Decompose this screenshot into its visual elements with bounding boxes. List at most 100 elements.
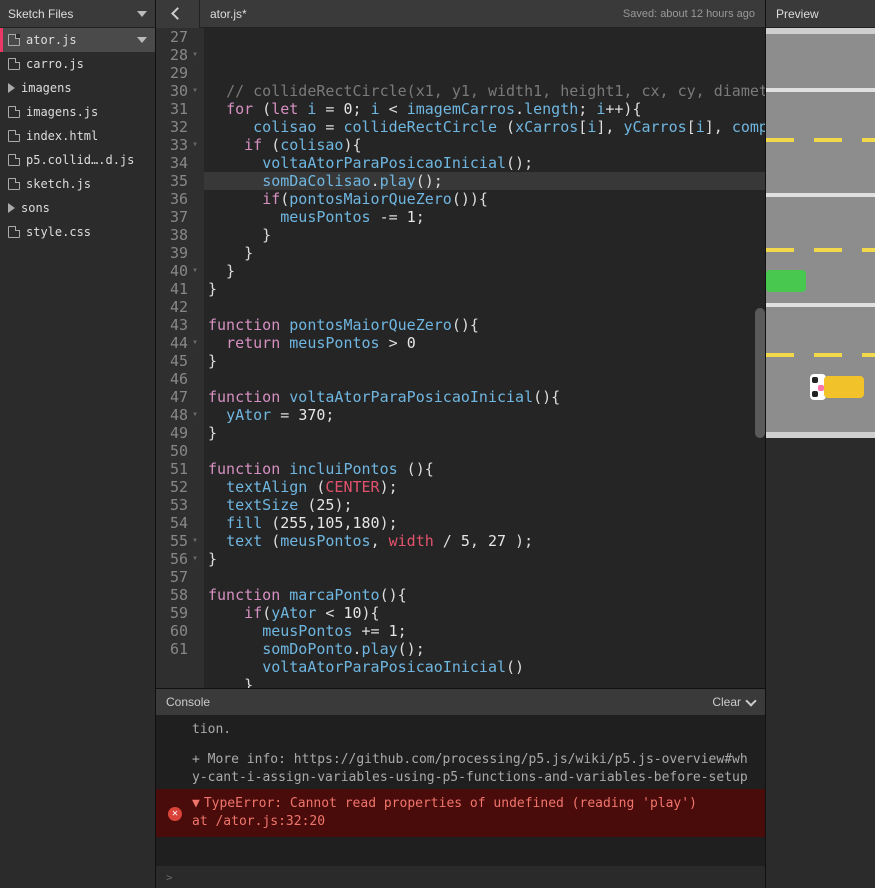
code-line[interactable]: for (let i = 0; i < imagemCarros.length;… (204, 100, 765, 118)
preview-panel: Preview (765, 0, 875, 888)
code-line[interactable]: } (204, 550, 765, 568)
code-line[interactable]: } (204, 280, 765, 298)
code-line[interactable]: } (204, 352, 765, 370)
scrollbar-thumb[interactable] (755, 308, 765, 438)
code-line[interactable]: meusPontos += 1; (204, 622, 765, 640)
code-line[interactable] (204, 568, 765, 586)
gutter-line: 54 (156, 514, 198, 532)
code-line[interactable]: } (204, 676, 765, 688)
gutter-line: 36 (156, 190, 198, 208)
code-line[interactable]: meusPontos -= 1; (204, 208, 765, 226)
gutter-line: 30▾ (156, 82, 198, 100)
sidebar-item-index-html[interactable]: index.html (0, 124, 155, 148)
gutter-line: 28▾ (156, 46, 198, 64)
code-line[interactable]: colisao = collideRectCircle (xCarros[i],… (204, 118, 765, 136)
code-line[interactable]: // collideRectCircle(x1, y1, width1, hei… (204, 82, 765, 100)
code-line[interactable]: text (meusPontos, width / 5, 27 ); (204, 532, 765, 550)
road-edge (766, 432, 875, 438)
file-list: ator.jscarro.js imagens imagens.js index.ht… (0, 28, 155, 244)
car-green (766, 270, 806, 292)
code-line[interactable]: fill (255,105,180); (204, 514, 765, 532)
sidebar-item-style-css[interactable]: style.css (0, 220, 155, 244)
sidebar-item-sketch-js[interactable]: sketch.js (0, 172, 155, 196)
code-line[interactable]: } (204, 424, 765, 442)
code-line[interactable]: voltaAtorParaPosicaoInicial() (204, 658, 765, 676)
console-prompt-symbol: > (166, 871, 173, 884)
sidebar-item-sons[interactable]: sons (0, 196, 155, 220)
gutter-line: 60 (156, 622, 198, 640)
console-body[interactable]: tion. + More info: https://github.com/pr… (156, 715, 765, 866)
console-line-truncated: tion. (156, 719, 765, 741)
file-icon (8, 130, 20, 142)
code-line[interactable]: if(yAtor < 10){ (204, 604, 765, 622)
code-line[interactable]: } (204, 244, 765, 262)
file-label: imagens.js (26, 105, 98, 119)
file-icon (8, 178, 20, 190)
code-line[interactable]: function pontosMaiorQueZero(){ (204, 316, 765, 334)
code-line[interactable] (204, 442, 765, 460)
sidebar-item-imagens[interactable]: imagens (0, 76, 155, 100)
lane-dash (766, 138, 875, 142)
code-line[interactable]: voltaAtorParaPosicaoInicial(); (204, 154, 765, 172)
gutter-line: 46 (156, 370, 198, 388)
lane-dash (766, 353, 875, 357)
console-prompt[interactable]: > (156, 866, 765, 888)
console-spacer (156, 741, 765, 749)
gutter-line: 42 (156, 298, 198, 316)
file-label: sketch.js (26, 177, 91, 191)
gutter-line: 47 (156, 388, 198, 406)
preview-canvas (766, 28, 875, 888)
saved-status: Saved: about 12 hours ago (623, 8, 765, 20)
file-label: index.html (26, 129, 98, 143)
code-line[interactable]: function incluiPontos (){ (204, 460, 765, 478)
code-line[interactable]: } (204, 226, 765, 244)
sidebar: Sketch Files ator.jscarro.js imagens image… (0, 0, 156, 888)
road (766, 28, 875, 438)
code-editor[interactable]: 27 28▾29 30▾31 32 33▾34 35 36 37 38 39 4… (156, 28, 765, 688)
sidebar-title: Sketch Files (8, 7, 73, 21)
code-line[interactable]: function marcaPonto(){ (204, 586, 765, 604)
gutter-line: 45 (156, 352, 198, 370)
gutter-line: 32 (156, 118, 198, 136)
sidebar-item-carro-js[interactable]: carro.js (0, 52, 155, 76)
back-button[interactable] (156, 0, 200, 28)
sidebar-item-p5-collid-d-js[interactable]: p5.collid….d.js (0, 148, 155, 172)
sidebar-item-imagens-js[interactable]: imagens.js (0, 100, 155, 124)
gutter-line: 37 (156, 208, 198, 226)
gutter-line: 38 (156, 226, 198, 244)
console-title: Console (166, 695, 210, 709)
chevron-down-icon (137, 37, 147, 43)
code-line[interactable]: if (colisao){ (204, 136, 765, 154)
console-error: ✕ ▼TypeError: Cannot read properties of … (156, 789, 765, 837)
code-line[interactable] (204, 370, 765, 388)
chevron-left-icon (171, 7, 184, 20)
code-line[interactable]: } (204, 262, 765, 280)
file-label: imagens (21, 81, 72, 95)
code-line[interactable]: textAlign (CENTER); (204, 478, 765, 496)
console: Console Clear tion. + More info: https:/… (156, 688, 765, 888)
gutter-line: 27 (156, 28, 198, 46)
gutter-line: 41 (156, 280, 198, 298)
code-line[interactable]: yAtor = 370; (204, 406, 765, 424)
code-line[interactable]: function voltaAtorParaPosicaoInicial(){ (204, 388, 765, 406)
code-line[interactable]: if(pontosMaiorQueZero()){ (204, 190, 765, 208)
code-line[interactable]: somDoPonto.play(); (204, 640, 765, 658)
main: ator.js* Saved: about 12 hours ago 27 28… (156, 0, 765, 888)
code-area[interactable]: // collideRectCircle(x1, y1, width1, hei… (204, 28, 765, 688)
folder-icon (8, 83, 15, 93)
gutter-line: 61 (156, 640, 198, 658)
code-line[interactable]: return meusPontos > 0 (204, 334, 765, 352)
code-line[interactable]: somDaColisao.play(); (204, 172, 765, 190)
console-clear-label: Clear (712, 695, 741, 709)
gutter-line: 29 (156, 64, 198, 82)
gutter-line: 52 (156, 478, 198, 496)
code-line[interactable]: textSize (25); (204, 496, 765, 514)
file-label: sons (21, 201, 50, 215)
file-label: style.css (26, 225, 91, 239)
code-line[interactable] (204, 298, 765, 316)
gutter-line: 39 (156, 244, 198, 262)
sidebar-item-ator-js[interactable]: ator.js (0, 28, 155, 52)
error-title: TypeError: Cannot read properties of und… (204, 796, 697, 811)
sidebar-files-toggle[interactable]: Sketch Files (0, 0, 155, 28)
console-clear-button[interactable]: Clear (712, 695, 755, 709)
